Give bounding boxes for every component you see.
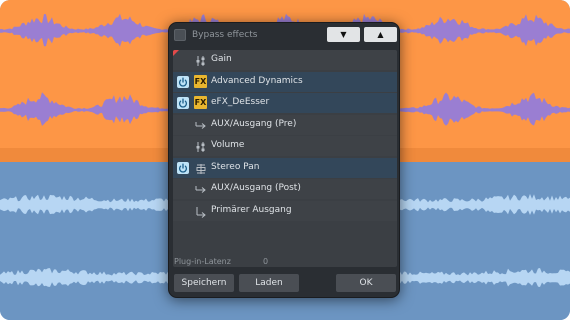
move-up-button[interactable]: ▲ [364,27,397,42]
dialog-header: Bypass effects ▼ ▲ [169,23,399,47]
ok-button[interactable]: OK [336,274,396,292]
chain-row-label: Volume [211,140,245,150]
load-button-label: Laden [255,278,283,288]
chain-row-prim-rer-ausgang[interactable]: Primärer Ausgang [173,200,397,221]
chain-row-volume[interactable]: Volume [173,136,397,156]
chain-row-advanced-dynamics[interactable]: FX Advanced Dynamics [173,71,397,92]
arrow-down-right-icon [194,204,208,218]
plugin-latency-label: Plug-in-Latenz [174,257,231,266]
arrow-right-icon [194,118,208,132]
chain-row-gain[interactable]: Gain [173,50,397,70]
editor-window: Bypass effects ▼ ▲ Gain FX Advanced Dynami… [0,0,570,320]
triangle-up-icon: ▲ [377,30,384,39]
bypass-effects-checkbox[interactable] [174,29,186,41]
effects-chain-list: Gain FX Advanced Dynamics FX eFX_DeEsser AUX/… [173,50,397,267]
chain-row-label: AUX/Ausgang (Post) [211,183,301,193]
chain-row-label: Primärer Ausgang [211,204,292,215]
power-toggle-icon[interactable] [177,75,189,88]
bypass-effects-label: Bypass effects [192,30,258,40]
chain-row-aux-ausgang-post[interactable]: AUX/Ausgang (Post) [173,179,397,199]
chain-row-aux-ausgang-pre[interactable]: AUX/Ausgang (Pre) [173,114,397,135]
fader-icon [194,139,208,153]
fader-icon [194,53,208,67]
pan-icon [194,161,208,175]
chain-row-efx-deesser[interactable]: FX eFX_DeEsser [173,93,397,113]
fx-badge-label: FX [194,76,207,86]
fx-badge-icon: FX [194,74,207,88]
save-button[interactable]: Speichern [174,274,234,292]
power-toggle-icon[interactable] [177,161,189,174]
chain-start-marker-icon [173,50,179,56]
effects-chain-dialog: Bypass effects ▼ ▲ Gain FX Advanced Dynami… [168,22,400,298]
chain-row-label: Stereo Pan [211,161,260,172]
power-toggle-icon[interactable] [177,97,189,109]
arrow-right-icon [194,182,208,196]
chain-row-label: AUX/Ausgang (Pre) [211,118,297,129]
ok-button-label: OK [359,278,373,288]
chain-row-stereo-pan[interactable]: Stereo Pan [173,157,397,178]
plugin-latency-value: 0 [263,257,269,266]
fx-badge-label: FX [194,98,207,107]
triangle-down-icon: ▼ [340,30,347,39]
chain-row-label: eFX_DeEsser [211,97,270,107]
save-button-label: Speichern [181,278,227,288]
chain-row-label: Gain [211,54,232,64]
chain-row-label: Advanced Dynamics [211,75,303,86]
move-down-button[interactable]: ▼ [327,27,360,42]
load-button[interactable]: Laden [239,274,299,292]
fx-badge-icon: FX [194,96,207,109]
